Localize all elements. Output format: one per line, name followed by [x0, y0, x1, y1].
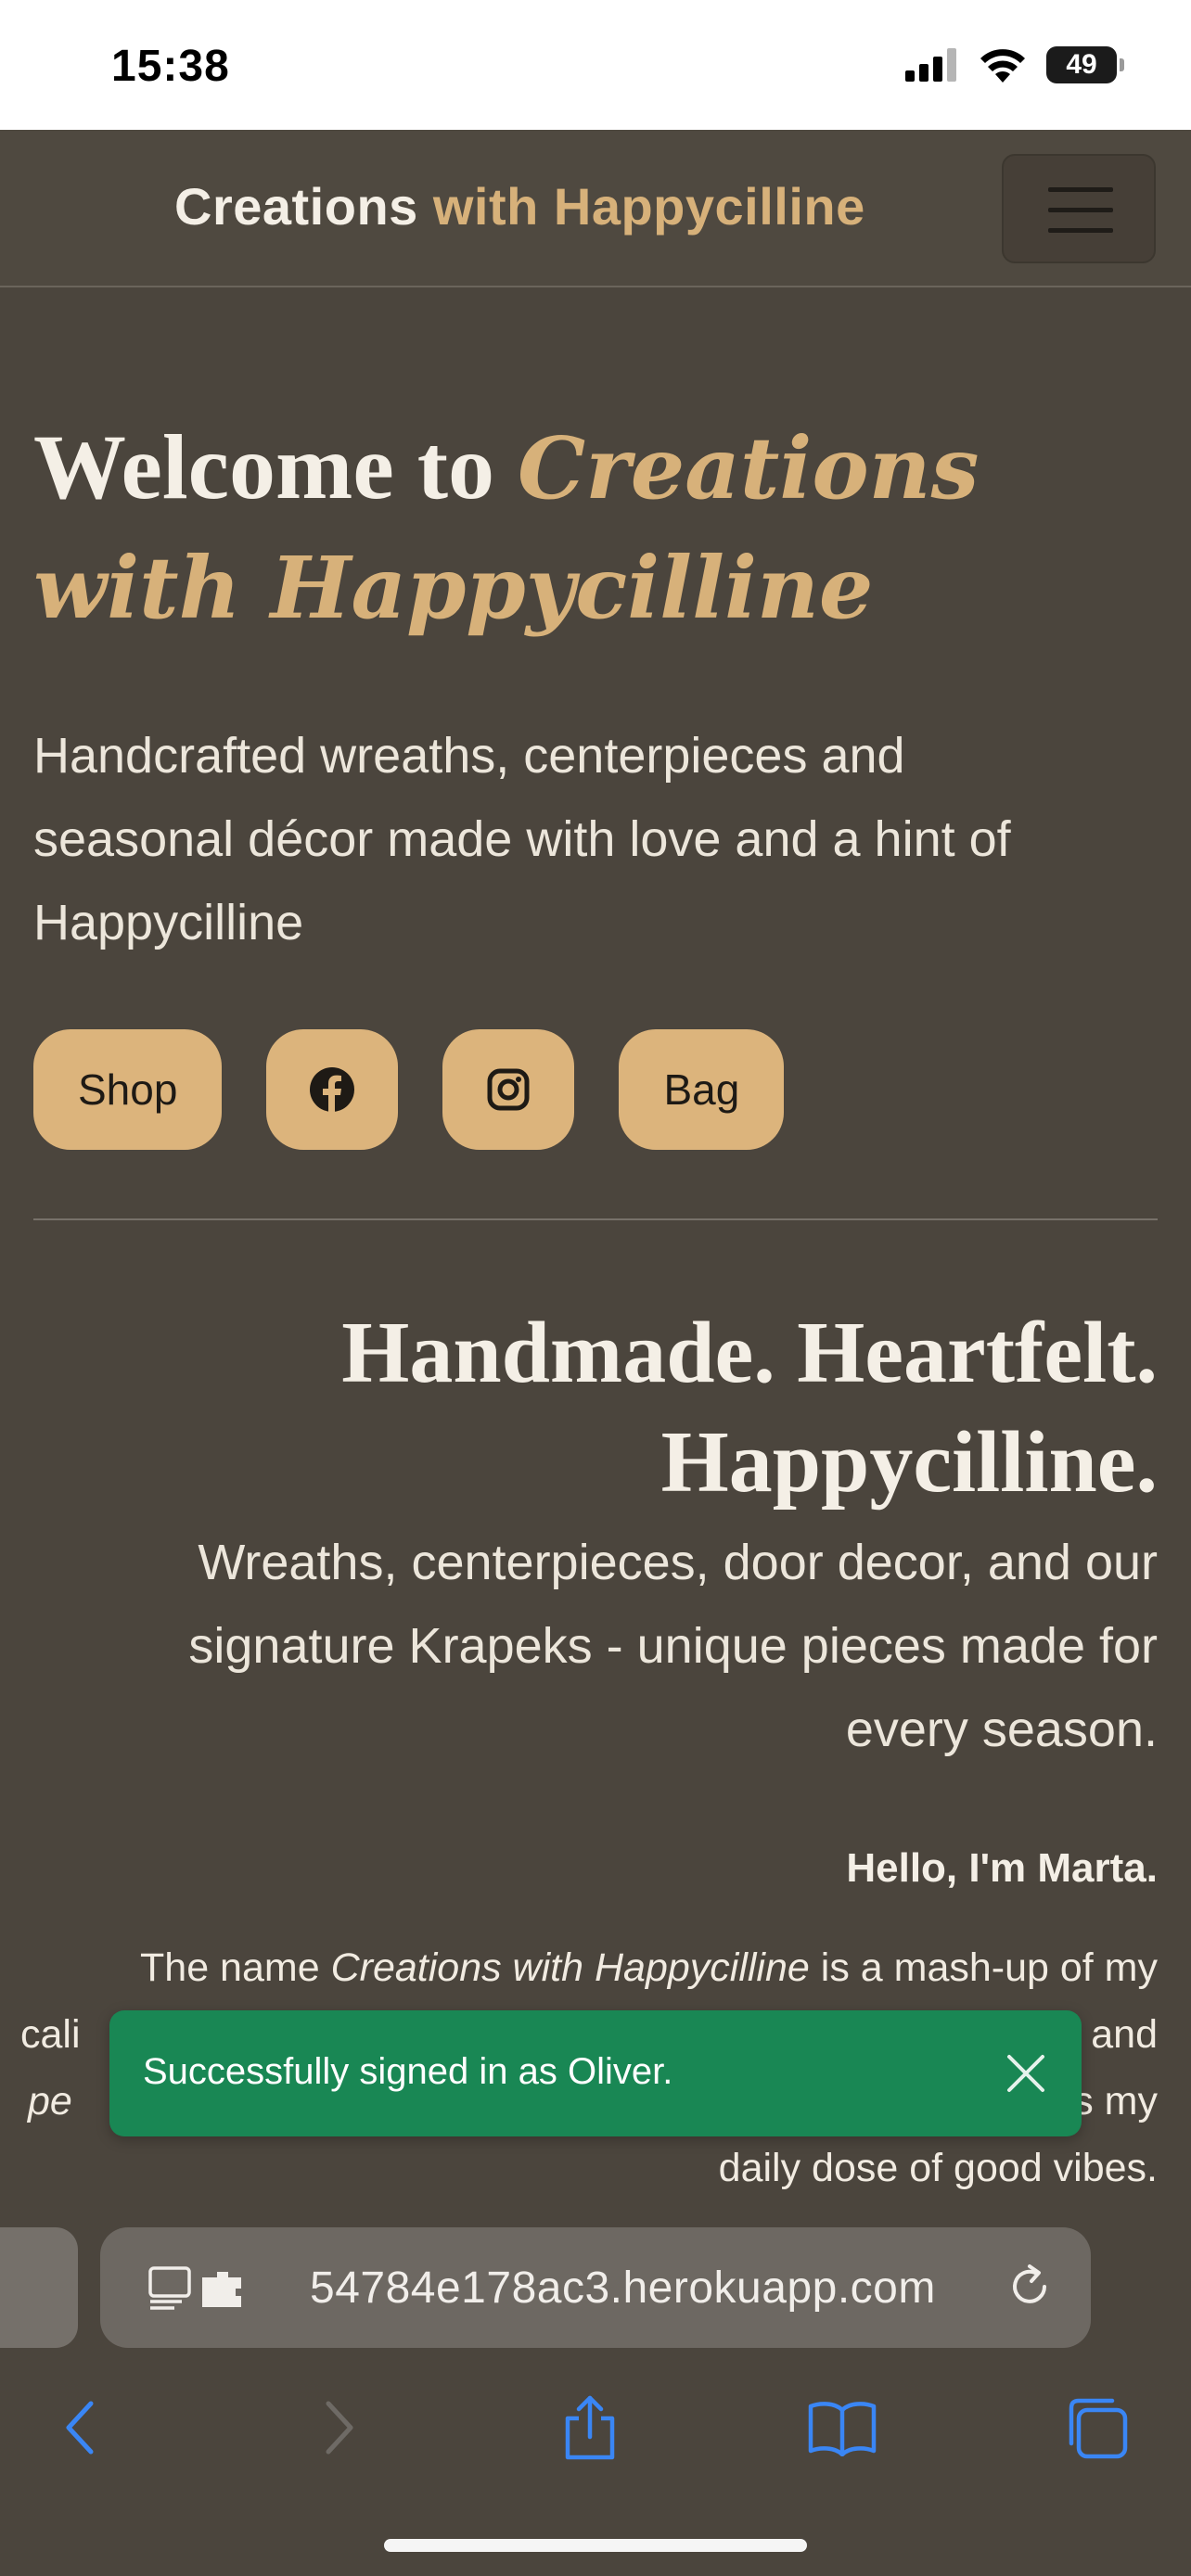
hamburger-icon: [1048, 187, 1113, 192]
page: 15:38 49 Creations with Happycilline Wel…: [0, 0, 1191, 2576]
bio-suffix: is a mash-up of my: [820, 1945, 1158, 1990]
bio-line3-start: pe: [28, 2079, 72, 2123]
menu-toggle-button[interactable]: [1002, 154, 1156, 263]
facebook-icon: [310, 1067, 355, 1112]
about-subtitle: Wreaths, centerpieces, door decor, and o…: [188, 1535, 1158, 1757]
about-greeting: Hello, I'm Marta.: [846, 1845, 1158, 1891]
status-bar: 15:38 49: [0, 0, 1191, 130]
bag-button-label: Bag: [663, 1065, 740, 1114]
tabs-icon: [1069, 2398, 1128, 2459]
signal-icon: [905, 48, 956, 82]
section-divider: [33, 1218, 1158, 1220]
bio-last: daily dose of good vibes.: [718, 2146, 1158, 2190]
about-title-line2: Happycilline.: [660, 1414, 1158, 1511]
hero-title: Welcome to Creations with Happycilline: [33, 408, 1165, 647]
battery-level: 49: [1066, 49, 1097, 80]
back-icon: [66, 2401, 94, 2455]
toast-message: Successfully signed in as Oliver.: [143, 2051, 673, 2092]
hero-description: Handcrafted wreaths, centerpieces and se…: [33, 728, 1011, 950]
address-bar[interactable]: 54784e178ac3.herokuapp.com: [100, 2227, 1091, 2348]
shop-button[interactable]: Shop: [33, 1029, 223, 1150]
about-title-line1: Handmade. Heartfelt.: [341, 1305, 1158, 1401]
bag-button[interactable]: Bag: [619, 1029, 785, 1150]
hamburger-line: [1048, 208, 1113, 212]
share-icon: [565, 2395, 615, 2460]
signin-toast: Successfully signed in as Oliver.: [109, 2010, 1082, 2136]
home-indicator: [384, 2539, 807, 2552]
brand-accent: with Happycilline: [432, 177, 865, 236]
close-icon: [1007, 2055, 1044, 2092]
forward-button[interactable]: [302, 2391, 377, 2465]
hamburger-line: [1048, 228, 1113, 233]
reader-mode-icon[interactable]: [148, 2266, 250, 2311]
url-text: 54784e178ac3.herokuapp.com: [310, 2264, 936, 2313]
facebook-button[interactable]: [266, 1029, 399, 1150]
bio-line2-start: cali: [20, 2012, 81, 2057]
instagram-icon: [487, 1068, 530, 1111]
forward-icon: [326, 2401, 353, 2455]
wifi-icon: [980, 49, 1025, 83]
hero-title-plain: Welcome to: [33, 415, 495, 518]
about-title: Handmade. Heartfelt. Happycilline.: [33, 1298, 1158, 1517]
browser-toolbar: [0, 2374, 1191, 2576]
bookmarks-icon: [808, 2402, 877, 2456]
tabs-button[interactable]: [1059, 2391, 1133, 2465]
bookmarks-button[interactable]: [805, 2391, 879, 2465]
hero-buttons: Shop Bag: [33, 1029, 785, 1150]
brand-main: Creations: [174, 177, 418, 236]
toast-close-button[interactable]: [998, 2046, 1054, 2101]
reload-icon[interactable]: [1004, 2261, 1056, 2313]
shop-button-label: Shop: [78, 1065, 178, 1114]
status-time: 15:38: [111, 42, 230, 91]
previous-tab-peek[interactable]: [0, 2227, 78, 2348]
bio-prefix: The name: [140, 1945, 320, 1990]
share-button[interactable]: [553, 2391, 627, 2465]
bio-line2-end: and: [1091, 2012, 1158, 2057]
status-icons: 49: [905, 46, 1124, 83]
brand-link[interactable]: Creations with Happycilline: [174, 176, 865, 236]
instagram-button[interactable]: [442, 1029, 575, 1150]
bio-line3-end: s my: [1073, 2079, 1158, 2123]
bio-emphasis: Creations with Happycilline: [330, 1945, 810, 1990]
site-navbar: Creations with Happycilline: [0, 130, 1191, 287]
battery-indicator: 49: [1046, 46, 1124, 83]
back-button[interactable]: [43, 2391, 117, 2465]
